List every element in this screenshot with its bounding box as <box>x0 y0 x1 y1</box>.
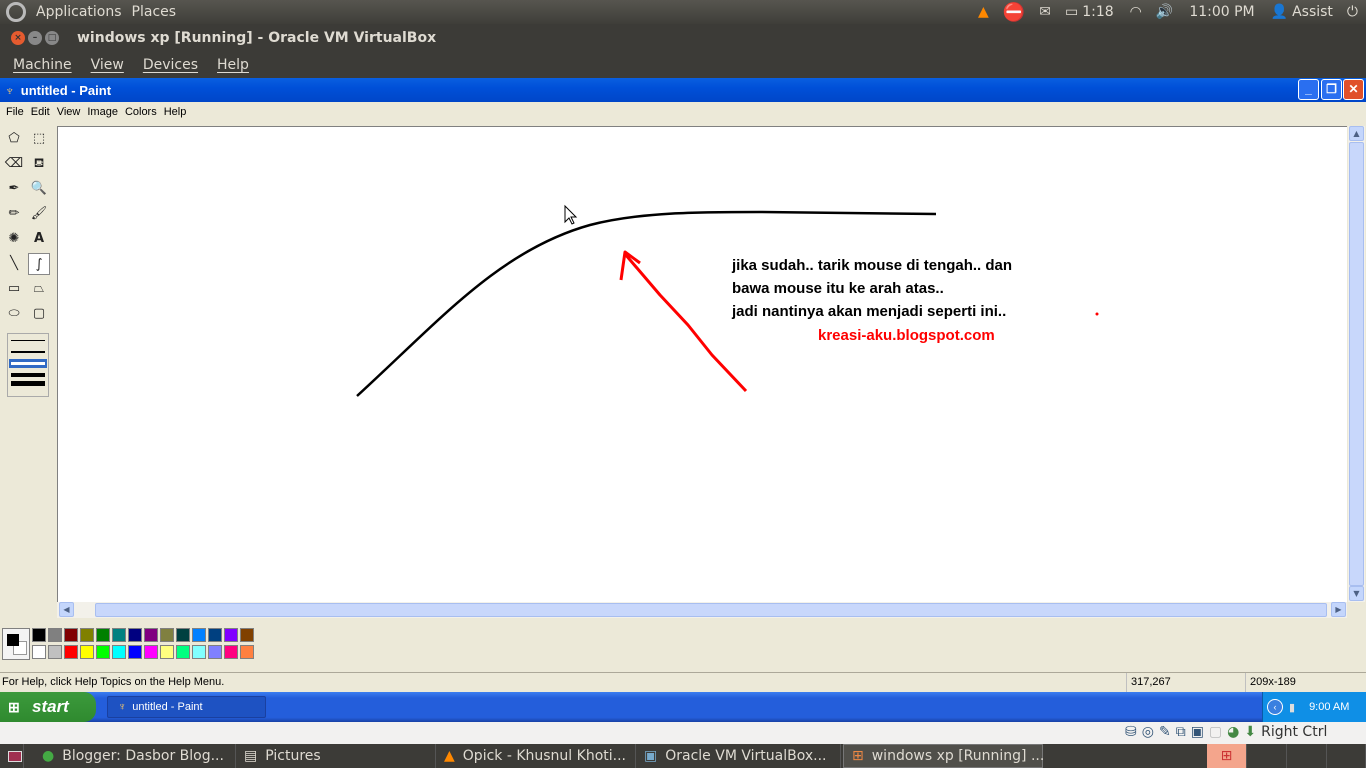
tray-clock[interactable]: 9:00 AM <box>1309 701 1349 713</box>
red-arrow <box>619 250 748 393</box>
color-swatch[interactable] <box>32 628 46 642</box>
current-colors[interactable] <box>2 628 30 660</box>
color-swatch[interactable] <box>208 628 222 642</box>
color-swatch[interactable] <box>112 628 126 642</box>
battery-icon[interactable]: ▮ <box>1289 701 1295 714</box>
color-swatch[interactable] <box>128 645 142 659</box>
vbox-statusbar: ⛁ ◎ ✎ ⧉ ▣ ▢ ◕ ⬇ Right Ctrl <box>0 722 1366 744</box>
mouse-integration-icon[interactable]: ◕ <box>1227 724 1239 740</box>
status-bar: For Help, click Help Topics on the Help … <box>0 672 1366 692</box>
color-swatch[interactable] <box>32 645 46 659</box>
hard-disk-icon[interactable]: ⛁ <box>1125 724 1137 740</box>
color-swatch[interactable] <box>144 628 158 642</box>
selection-size: 209x-189 <box>1245 673 1300 692</box>
window-button[interactable]: ▣ Oracle VM VirtualBox... <box>636 744 841 768</box>
taskbar-paint[interactable]: ♆ untitled - Paint <box>107 696 266 718</box>
scroll-up-button[interactable]: ▲ <box>1349 126 1364 141</box>
color-swatch[interactable] <box>144 645 158 659</box>
color-swatch[interactable] <box>224 628 238 642</box>
window-button[interactable]: ▤ Pictures <box>236 744 436 768</box>
start-button[interactable]: ⊞ start <box>0 692 96 722</box>
vertical-scrollbar[interactable]: ▲ ▼ <box>1348 126 1365 602</box>
scroll-right-button[interactable]: ▶ <box>1331 602 1346 617</box>
horizontal-scrollbar[interactable]: ◀ ▶ <box>57 602 1347 618</box>
windows-flag-icon: ⊞ <box>8 698 20 715</box>
color-swatch[interactable] <box>48 645 62 659</box>
cursor-coords: 317,267 <box>1126 673 1175 692</box>
host-key-label: Right Ctrl <box>1261 724 1328 740</box>
paint-icon: ♆ <box>118 701 127 713</box>
shared-folder-icon[interactable]: ▣ <box>1191 724 1204 740</box>
virtualization-icon[interactable]: ▢ <box>1209 724 1222 740</box>
scroll-down-button[interactable]: ▼ <box>1349 586 1364 601</box>
red-dot <box>1095 312 1099 316</box>
system-tray: ‹ ▮ 9:00 AM <box>1262 692 1366 722</box>
taskbar-paint-label: untitled - Paint <box>132 701 203 713</box>
color-swatch[interactable] <box>240 628 254 642</box>
color-swatch[interactable] <box>192 628 206 642</box>
workspace-4[interactable] <box>1327 744 1366 768</box>
usb-icon[interactable]: ✎ <box>1159 724 1171 740</box>
color-swatch[interactable] <box>96 628 110 642</box>
color-swatch[interactable] <box>208 645 222 659</box>
color-swatch[interactable] <box>80 628 94 642</box>
scroll-left-button[interactable]: ◀ <box>59 602 74 617</box>
color-swatch[interactable] <box>96 645 110 659</box>
window-button-active[interactable]: ⊞ windows xp [Running] ... <box>843 744 1044 768</box>
canvas-text-line: jika sudah.. tarik mouse di tengah.. dan <box>732 257 1013 274</box>
color-swatch[interactable] <box>64 645 78 659</box>
ubuntu-bottom-panel: ● Blogger: Dasbor Blog... ▤ Pictures ▲ Opic… <box>0 744 1366 768</box>
canvas-text-line: jadi nantinya akan menjadi seperti ini.. <box>732 303 1007 320</box>
color-swatch[interactable] <box>48 628 62 642</box>
vertical-scroll-thumb[interactable] <box>1349 142 1364 586</box>
window-button[interactable]: ▲ Opick - Khusnul Khoti... <box>436 744 636 768</box>
keyboard-capture-icon[interactable]: ⬇ <box>1244 724 1256 740</box>
canvas-link-text: kreasi-aku.blogspot.com <box>818 327 995 344</box>
horizontal-scroll-thumb[interactable] <box>95 603 1327 617</box>
mouse-cursor-icon <box>564 204 578 225</box>
tray-expand-icon[interactable]: ‹ <box>1267 699 1283 715</box>
status-help-text: For Help, click Help Topics on the Help … <box>2 676 225 688</box>
workspace-2[interactable] <box>1247 744 1287 768</box>
color-swatch[interactable] <box>64 628 78 642</box>
canvas-text-line: bawa mouse itu ke arah atas.. <box>732 280 944 297</box>
xp-taskbar: ♆ untitled - Paint ‹ ▮ 9:00 AM <box>0 692 1366 722</box>
color-swatch[interactable] <box>80 645 94 659</box>
window-button[interactable]: ● Blogger: Dasbor Blog... <box>34 744 236 768</box>
color-palette <box>0 625 260 661</box>
color-swatch[interactable] <box>112 645 126 659</box>
start-label: start <box>32 697 69 716</box>
cd-icon[interactable]: ◎ <box>1142 724 1154 740</box>
color-swatch[interactable] <box>160 645 174 659</box>
show-desktop-button[interactable] <box>0 744 24 768</box>
color-swatch[interactable] <box>176 645 190 659</box>
workspace-3[interactable] <box>1287 744 1327 768</box>
network-icon[interactable]: ⧉ <box>1176 724 1186 740</box>
color-swatch[interactable] <box>224 645 238 659</box>
color-swatch[interactable] <box>240 645 254 659</box>
workspace-1[interactable]: ⊞ <box>1207 744 1247 768</box>
color-swatch[interactable] <box>160 628 174 642</box>
color-swatch[interactable] <box>192 645 206 659</box>
color-swatch[interactable] <box>128 628 142 642</box>
color-swatch[interactable] <box>176 628 190 642</box>
